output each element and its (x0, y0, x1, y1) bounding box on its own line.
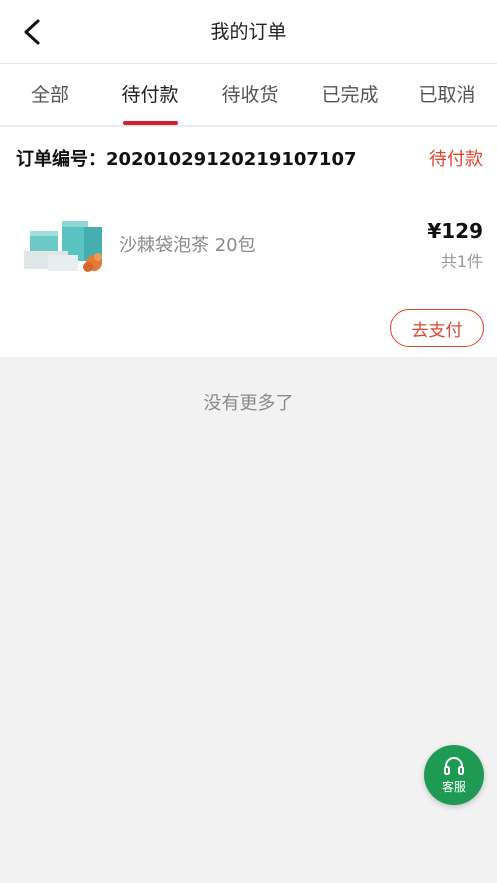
active-tab-indicator (123, 121, 178, 125)
tab-completed[interactable]: 已完成 (300, 64, 400, 126)
customer-service-label: 客服 (441, 779, 466, 794)
order-number: 订单编号：20201029120219107107 (16, 149, 357, 170)
top-bar: 我的订单 (0, 0, 497, 64)
tab-all[interactable]: 全部 (0, 64, 100, 126)
tab-pending-payment[interactable]: 待付款 (100, 64, 200, 126)
product-quantity: 共1件 (440, 252, 483, 271)
product-name[interactable]: 沙棘袋泡茶 20包 (119, 231, 256, 257)
tab-pending-receipt[interactable]: 待收货 (200, 64, 300, 126)
product-price: ¥129 (427, 219, 483, 243)
headset-icon (444, 756, 464, 775)
no-more-text: 没有更多了 (203, 393, 294, 414)
product-thumbnail[interactable] (22, 217, 108, 275)
order-tabs: 全部 待付款 待收货 已完成 已取消 (0, 64, 497, 126)
list-footer: 没有更多了 (0, 357, 497, 500)
pay-button[interactable]: 去支付 (390, 309, 484, 347)
page-title: 我的订单 (210, 21, 287, 43)
tab-cancelled[interactable]: 已取消 (397, 64, 497, 126)
order-status: 待付款 (429, 149, 483, 170)
order-card[interactable]: 订单编号：20201029120219107107 待付款 沙棘袋泡茶 20包 … (0, 127, 497, 357)
customer-service-button[interactable]: 客服 (424, 745, 484, 805)
